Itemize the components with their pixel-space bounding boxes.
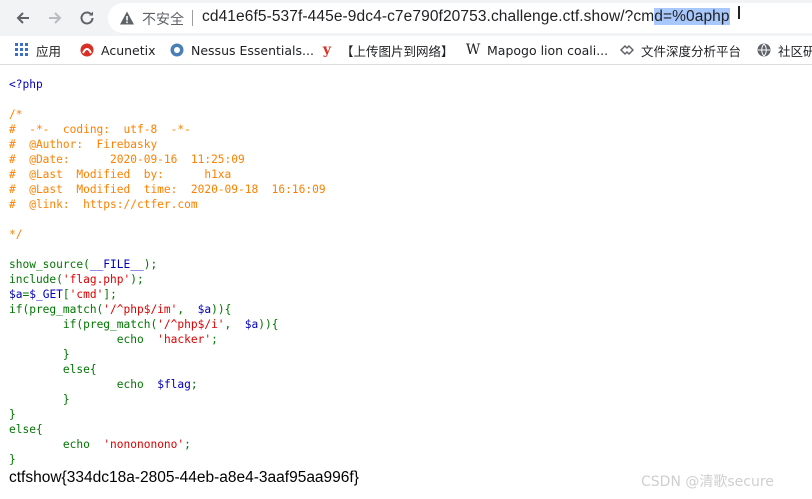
- bookmark-apps[interactable]: 应用: [15, 41, 61, 59]
- apps-grid-icon: [15, 43, 29, 57]
- bookmark-label: 应用: [36, 43, 62, 59]
- code-comment-line: */: [9, 228, 23, 241]
- forward-arrow-icon: [49, 12, 62, 24]
- code-comment-line: [9, 212, 326, 227]
- bookmark-label: Mapogo lion coali...: [487, 42, 609, 58]
- bookmark-label: 【上传图片到网络】: [341, 43, 454, 59]
- code-comment-line: # -*- coding: utf-8 -*-: [9, 123, 191, 136]
- csdn-watermark: CSDN @清歌secure: [641, 474, 774, 490]
- code-line: }: [9, 408, 16, 421]
- code-line: }: [9, 348, 70, 361]
- code-open-tag: <?php: [9, 78, 43, 91]
- code-line: show_source(__FILE__);: [9, 258, 158, 271]
- code-comment-line: # @Date: 2020-09-16 11:25:09: [9, 153, 245, 166]
- warning-icon: [120, 11, 134, 25]
- analysis-icon: [620, 43, 634, 57]
- code-line: include('flag.php');: [9, 273, 144, 286]
- code-line: }: [9, 393, 70, 406]
- url-text[interactable]: cd41e6f5-537f-445e-9dc4-c7e790f20753.cha…: [202, 8, 730, 26]
- wikipedia-w-icon: W: [465, 42, 481, 58]
- globe-icon: [757, 43, 771, 57]
- code-comment-line: # @Author: Firebasky: [9, 138, 158, 151]
- code-line: $a=$_GET['cmd'];: [9, 288, 117, 301]
- bookmark-community[interactable]: 社区研: [757, 41, 812, 59]
- browser-toolbar: 不安全 cd41e6f5-537f-445e-9dc4-c7e790f20753…: [0, 0, 812, 36]
- bookmark-label: Nessus Essentials...: [191, 42, 314, 58]
- php-source-code: <?php /* # -*- coding: utf-8 -*- # @Author:…: [9, 77, 326, 467]
- code-line: echo 'hacker';: [116, 333, 218, 346]
- code-comment-line: # @Last Modified time: 2020-09-18 16:16:…: [9, 183, 326, 196]
- y-icon: y: [322, 42, 332, 58]
- back-arrow-icon: [16, 12, 29, 24]
- page-content: <?php /* # -*- coding: utf-8 -*- # @Author:…: [0, 65, 812, 499]
- code-comment-line: # @Last Modified by: h1xa: [9, 168, 232, 181]
- url-selected-text: d=%0aphp: [654, 8, 730, 25]
- bookmark-acunetix[interactable]: Acunetix: [80, 41, 156, 59]
- code-line: else{: [9, 423, 43, 436]
- bookmarks-bar: 应用 Acunetix Nessus Essentials... y 【上传图片…: [0, 36, 812, 65]
- not-secure-label: 不安全: [142, 12, 184, 28]
- omnibox-separator: [192, 10, 193, 26]
- bookmark-mapogo[interactable]: W Mapogo lion coali...: [466, 41, 608, 59]
- back-button[interactable]: [13, 8, 33, 28]
- code-line: }: [9, 453, 16, 466]
- bookmark-analysis-platform[interactable]: 文件深度分析平台: [620, 41, 741, 59]
- code-line: echo $flag;: [116, 378, 198, 391]
- bookmark-label: 社区研: [778, 43, 812, 59]
- code-line: if(preg_match('/^php$/im', $a)){: [9, 303, 232, 316]
- code-line: else{: [9, 363, 97, 376]
- address-bar[interactable]: 不安全 cd41e6f5-537f-445e-9dc4-c7e790f20753…: [108, 3, 812, 33]
- text-cursor-icon: [738, 6, 740, 19]
- code-comment-line: /*: [9, 108, 23, 121]
- reload-icon: [80, 11, 94, 25]
- bookmark-upload-image[interactable]: y 【上传图片到网络】: [320, 41, 454, 59]
- forward-button[interactable]: [45, 8, 65, 28]
- bookmark-label: 文件深度分析平台: [641, 43, 742, 59]
- code-comment-line: # @link: https://ctfer.com: [9, 198, 198, 211]
- url-unselected: cd41e6f5-537f-445e-9dc4-c7e790f20753.cha…: [202, 8, 655, 25]
- flag-output: ctfshow{334dc18a-2805-44eb-a8e4-3aaf95aa…: [9, 469, 359, 486]
- acunetix-icon: [80, 43, 94, 57]
- bookmark-nessus[interactable]: Nessus Essentials...: [170, 41, 314, 59]
- nessus-icon: [170, 43, 184, 57]
- bookmark-label: Acunetix: [101, 42, 156, 58]
- code-line: if(preg_match('/^php$/i', $a)){: [62, 318, 279, 331]
- reload-button[interactable]: [77, 8, 97, 28]
- code-line: echo 'nonononono';: [62, 438, 191, 451]
